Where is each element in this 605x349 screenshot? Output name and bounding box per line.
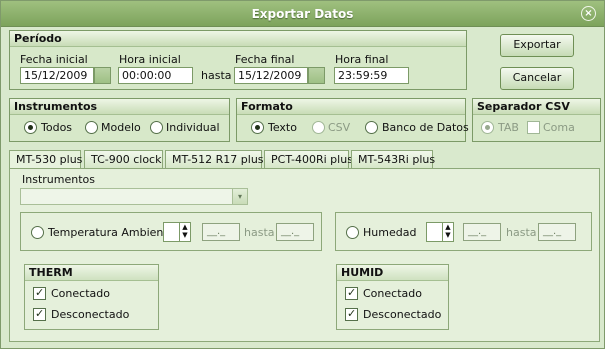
humid-desconectado-checkbox[interactable]	[345, 307, 358, 321]
humid-header: HUMID	[337, 265, 448, 281]
temperatura-ambiente-radio[interactable]	[31, 226, 44, 239]
fecha-inicial-calendar-button[interactable]	[94, 67, 111, 84]
exportar-button[interactable]: Exportar	[500, 34, 574, 57]
humid-group: HUMID Conectado Desconectado	[336, 264, 449, 330]
title-bar: Exportar Datos ×	[1, 1, 604, 27]
fecha-inicial-label: Fecha inicial	[20, 53, 88, 66]
chevron-down-icon[interactable]: ▾	[232, 189, 247, 204]
tab-mt-512-r17-plus[interactable]: MT-512 R17 plus	[165, 150, 264, 168]
fecha-inicial-field[interactable]: 15/12/2009	[20, 67, 94, 84]
fecha-final-label: Fecha final	[235, 53, 295, 66]
spinner-up-icon[interactable]: ▲	[445, 223, 450, 231]
therm-conectado-label: Conectado	[51, 287, 110, 300]
temperatura-hasta-label: hasta	[244, 226, 275, 239]
texto-radio[interactable]	[251, 121, 264, 134]
tab-mt-530-plus[interactable]: MT-530 plus	[9, 150, 82, 169]
humid-conectado-checkbox[interactable]	[345, 286, 358, 300]
therm-header: THERM	[25, 265, 158, 281]
separador-csv-header: Separador CSV	[473, 99, 600, 115]
tab-pct-400ri-plus[interactable]: PCT-400Ri plus	[264, 150, 353, 168]
individual-radio[interactable]	[150, 121, 163, 134]
humedad-group: Humedad ▲ ▼ __._ hasta __._	[335, 212, 592, 251]
spinner-down-icon[interactable]: ▼	[445, 231, 450, 239]
window-title: Exportar Datos	[251, 7, 354, 21]
humid-desconectado-label: Desconectado	[363, 308, 442, 321]
hora-inicial-label: Hora inicial	[119, 53, 181, 66]
hora-inicial-field[interactable]: 00:00:00	[118, 67, 193, 84]
temperatura-spinner[interactable]: ▲ ▼	[163, 222, 191, 242]
hora-final-field[interactable]: 23:59:59	[334, 67, 409, 84]
therm-desconectado-checkbox[interactable]	[33, 307, 46, 321]
instrumentos-panel: Instrumentos Todos Modelo Individual	[9, 98, 230, 142]
therm-desconectado-label: Desconectado	[51, 308, 130, 321]
tab-mt-543ri-plus[interactable]: MT-543Ri plus	[351, 150, 435, 168]
fecha-final-calendar-button[interactable]	[308, 67, 325, 84]
therm-conectado-checkbox[interactable]	[33, 286, 46, 300]
humedad-radio[interactable]	[346, 226, 359, 239]
tab-label: TAB	[498, 121, 519, 134]
tab-radio[interactable]	[481, 121, 494, 134]
export-dialog: Exportar Datos × Período Fecha inicial 1…	[0, 0, 605, 349]
coma-checkbox[interactable]	[527, 121, 540, 134]
humedad-to-field[interactable]: __._	[538, 223, 576, 241]
texto-label: Texto	[268, 121, 297, 134]
coma-label: Coma	[543, 121, 575, 134]
csv-radio[interactable]	[312, 121, 325, 134]
todos-radio[interactable]	[24, 121, 37, 134]
cancelar-button[interactable]: Cancelar	[500, 67, 574, 90]
humedad-label: Humedad	[363, 226, 417, 239]
temperatura-to-field[interactable]: __._	[276, 223, 314, 241]
hora-final-label: Hora final	[335, 53, 389, 66]
temperatura-ambiente-label: Temperatura Ambiente	[48, 226, 175, 239]
spinner-arrows-icon[interactable]: ▲ ▼	[179, 223, 190, 241]
instrumentos-combobox[interactable]: ▾	[20, 188, 248, 205]
modelo-label: Modelo	[101, 121, 141, 134]
tab-tc-900-clock[interactable]: TC-900 clock	[84, 150, 163, 168]
humedad-spinner[interactable]: ▲ ▼	[426, 222, 454, 242]
temperatura-from-field[interactable]: __._	[202, 223, 240, 241]
banco-de-datos-label: Banco de Datos	[382, 121, 469, 134]
fecha-final-field[interactable]: 15/12/2009	[234, 67, 308, 84]
separador-csv-panel: Separador CSV TAB Coma	[472, 98, 601, 142]
humedad-hasta-label: hasta	[506, 226, 537, 239]
spinner-down-icon[interactable]: ▼	[182, 231, 187, 239]
csv-label: CSV	[328, 121, 351, 134]
close-icon[interactable]: ×	[581, 6, 596, 21]
spinner-arrows-icon[interactable]: ▲ ▼	[442, 223, 453, 241]
temperatura-group: Temperatura Ambiente ▲ ▼ __._ hasta __._	[20, 212, 322, 251]
formato-header: Formato	[237, 99, 465, 115]
banco-de-datos-radio[interactable]	[365, 121, 378, 134]
todos-label: Todos	[41, 121, 73, 134]
tab-content-mt-530-plus: Instrumentos ▾ Temperatura Ambiente ▲ ▼ _…	[9, 168, 600, 342]
humedad-from-field[interactable]: __._	[463, 223, 501, 241]
individual-label: Individual	[166, 121, 220, 134]
periodo-header: Período	[10, 31, 466, 47]
periodo-panel: Período Fecha inicial 15/12/2009 Hora in…	[9, 30, 467, 90]
formato-panel: Formato Texto CSV Banco de Datos	[236, 98, 469, 142]
modelo-radio[interactable]	[85, 121, 98, 134]
instrumentos-header: Instrumentos	[10, 99, 229, 115]
humid-conectado-label: Conectado	[363, 287, 422, 300]
therm-group: THERM Conectado Desconectado	[24, 264, 159, 330]
tab-instrumentos-label: Instrumentos	[22, 173, 95, 186]
hasta-label: hasta	[201, 69, 232, 82]
spinner-up-icon[interactable]: ▲	[182, 223, 187, 231]
